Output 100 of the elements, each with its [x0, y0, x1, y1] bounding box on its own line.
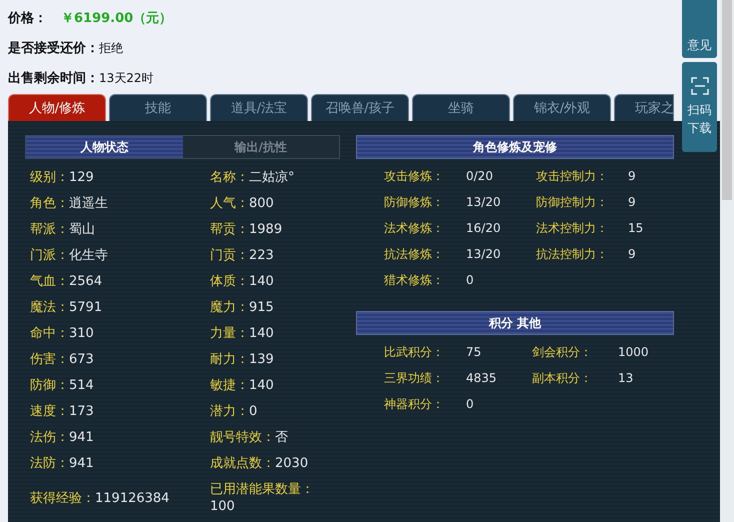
sub-tab[interactable]: 输出/抗性: [182, 136, 339, 158]
stat-value: 13: [618, 370, 634, 387]
stat-label: 魔力：: [210, 299, 249, 317]
tab[interactable]: 锦衣/外观: [513, 94, 611, 121]
stat-value: 140: [249, 377, 274, 395]
stat-value: 1989: [249, 221, 282, 239]
field-value: 拒绝: [99, 40, 123, 57]
stat-label: 门贡：: [210, 247, 249, 265]
stat-value: 800: [249, 195, 274, 213]
stat-label: 帮贡：: [210, 221, 249, 239]
stat-label: 三界功绩：: [384, 370, 445, 387]
tab[interactable]: 玩家之: [614, 94, 674, 121]
stat-label: 法术控制力：: [536, 220, 609, 237]
stat-value: 75: [466, 344, 482, 361]
tab[interactable]: 技能: [109, 94, 207, 121]
stat-value: 0: [249, 403, 258, 421]
tab[interactable]: 坐骑: [412, 94, 510, 121]
field-label: 出售剩余时间：: [8, 70, 99, 88]
scan-download-button[interactable]: 扫码下载: [682, 62, 717, 152]
stat-label: 速度：: [30, 403, 69, 421]
stat-label: 气血：: [30, 273, 69, 291]
stat-value: 逍遥生: [69, 195, 108, 213]
stat-value: 100: [210, 499, 235, 514]
stat-value: 化生寺: [69, 247, 108, 265]
stat-value: 0/20: [466, 168, 494, 185]
stat-value: 9: [628, 168, 637, 185]
stat-value: 2564: [69, 273, 102, 291]
stat-value: 139: [249, 351, 274, 369]
stat-label: 成就点数：: [210, 455, 275, 473]
stat-value: 129: [69, 169, 94, 187]
stat-value: 13/20: [466, 194, 502, 211]
section-header: 角色修炼及宠修: [356, 135, 674, 159]
stat-value: 否: [275, 429, 288, 447]
stat-label: 名称：: [210, 169, 249, 187]
stat-label: 法防：: [30, 455, 69, 473]
stat-value: 蜀山: [69, 221, 95, 239]
stat-label: 攻击控制力：: [536, 168, 609, 185]
stat-value: 15: [628, 220, 644, 237]
stat-value: 514: [69, 377, 94, 395]
stat-label: 帮派：: [30, 221, 69, 239]
tab[interactable]: 道具/法宝: [210, 94, 308, 121]
tab[interactable]: 人物/修炼: [8, 94, 106, 121]
stat-value: 915: [249, 299, 274, 317]
stat-label: 攻击修炼：: [384, 168, 445, 185]
stat-label: 已用潜能果数量：: [210, 482, 314, 497]
stat-value: 2030: [275, 455, 308, 473]
stat-value: 941: [69, 455, 94, 473]
stat-label: 防御控制力：: [536, 194, 609, 211]
stat-label: 比武积分：: [384, 344, 445, 361]
field-label: 是否接受还价：: [8, 40, 99, 58]
stat-label: 角色：: [30, 195, 69, 213]
stat-value: 13/20: [466, 246, 502, 263]
scan-icon: [690, 77, 708, 95]
stat-label: 级别：: [30, 169, 69, 187]
field-value: 13天22时: [99, 70, 154, 87]
stat-value: 173: [69, 403, 94, 421]
stat-value: 140: [249, 273, 274, 291]
stat-value: 1000: [618, 344, 650, 361]
stat-label: 猎术修炼：: [384, 272, 445, 289]
scrollbar[interactable]: [720, 0, 734, 522]
stat-label: 靓号特效：: [210, 429, 275, 447]
stat-label: 防御修炼：: [384, 194, 445, 211]
stat-value: 140: [249, 325, 274, 343]
stat-label: 人气：: [210, 195, 249, 213]
field-label: 价格：: [8, 10, 47, 28]
stat-value: 941: [69, 429, 94, 447]
stat-value: 16/20: [466, 220, 502, 237]
stat-label: 副本积分：: [532, 370, 593, 387]
sub-tab[interactable]: 人物状态: [26, 136, 182, 158]
stat-value: 二姑凉°: [249, 169, 294, 187]
stat-label: 力量：: [210, 325, 249, 343]
section-header: 积分 其他: [356, 311, 674, 335]
stat-value: 119126384: [95, 490, 170, 508]
stat-label: 防御：: [30, 377, 69, 395]
stat-value: 9: [628, 194, 637, 211]
stat-label: 获得经验：: [30, 490, 95, 508]
stat-value: 0: [466, 396, 475, 413]
stat-label: 敏捷：: [210, 377, 249, 395]
price-value: ￥6199.00（元）: [61, 10, 172, 28]
stat-label: 剑会积分：: [532, 344, 593, 361]
stat-label: 耐力：: [210, 351, 249, 369]
stat-label: 伤害：: [30, 351, 69, 369]
stat-label: 法伤：: [30, 429, 69, 447]
stat-label: 抗法控制力：: [536, 246, 609, 263]
feedback-button[interactable]: 意见: [682, 0, 717, 58]
stat-value: 223: [249, 247, 274, 265]
stat-label: 抗法修炼：: [384, 246, 445, 263]
stat-value: 0: [466, 272, 475, 289]
stat-label: 潜力：: [210, 403, 249, 421]
stat-value: 310: [69, 325, 94, 343]
stat-label: 法术修炼：: [384, 220, 445, 237]
stat-label: 体质：: [210, 273, 249, 291]
tab[interactable]: 召唤兽/孩子: [311, 94, 409, 121]
stat-value: 9: [628, 246, 637, 263]
stat-value: 673: [69, 351, 94, 369]
stat-label: 命中：: [30, 325, 69, 343]
stat-value: 5791: [69, 299, 102, 317]
stat-label: 魔法：: [30, 299, 69, 317]
stat-label: 神器积分：: [384, 396, 445, 413]
stat-value: 4835: [466, 370, 498, 387]
